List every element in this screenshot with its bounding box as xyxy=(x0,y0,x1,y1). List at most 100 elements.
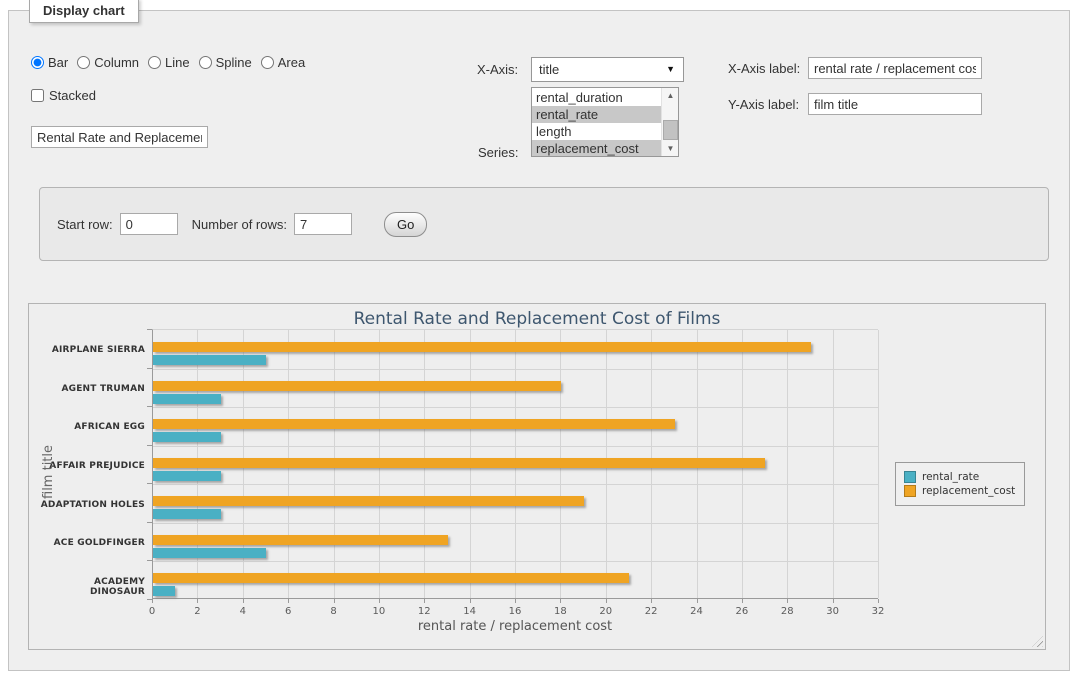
bar-replacement_cost[interactable] xyxy=(153,573,629,583)
chart-type-label: Area xyxy=(278,55,305,70)
chart-type-radio-group: Bar Column Line Spline Area xyxy=(31,55,314,70)
x-axis-tick-label: 0 xyxy=(149,606,155,617)
legend-label: replacement_cost xyxy=(922,485,1015,497)
chart-type-label: Column xyxy=(94,55,139,70)
legend-item-replacement_cost[interactable]: replacement_cost xyxy=(904,485,1015,497)
x-axis-tick xyxy=(288,599,289,603)
chevron-down-icon: ▼ xyxy=(666,64,675,74)
x-axis-select-label: X-Axis: xyxy=(477,62,518,77)
y-axis-label-label: Y-Axis label: xyxy=(728,97,799,112)
bar-replacement_cost[interactable] xyxy=(153,458,765,468)
y-axis-title: film title xyxy=(41,445,56,499)
start-row-input[interactable] xyxy=(120,213,178,235)
chart-legend: rental_rate replacement_cost xyxy=(895,462,1025,506)
legend-label: rental_rate xyxy=(922,471,979,483)
stacked-label: Stacked xyxy=(49,88,96,103)
x-axis-tick-label: 18 xyxy=(554,606,567,617)
scroll-up-icon[interactable]: ▲ xyxy=(662,88,679,103)
gridline-horizontal xyxy=(153,407,878,408)
y-axis-tick xyxy=(147,445,152,446)
x-axis-label-input[interactable] xyxy=(808,57,982,79)
resize-handle-icon[interactable] xyxy=(1032,636,1043,647)
x-axis-tick-label: 22 xyxy=(645,606,658,617)
bar-rental_rate[interactable] xyxy=(153,355,266,365)
chart-title-input[interactable] xyxy=(31,126,208,148)
series-option-rental_duration[interactable]: rental_duration xyxy=(532,89,661,106)
chart-type-radio-area[interactable] xyxy=(261,56,274,69)
gridline-vertical xyxy=(833,330,834,598)
series-option-rental_rate[interactable]: rental_rate xyxy=(532,106,661,123)
chart-type-option-bar[interactable]: Bar xyxy=(31,55,68,70)
chart-type-label: Bar xyxy=(48,55,68,70)
chart-type-radio-spline[interactable] xyxy=(199,56,212,69)
bar-rental_rate[interactable] xyxy=(153,394,221,404)
x-axis-tick-label: 14 xyxy=(463,606,476,617)
x-axis-select[interactable]: title ▼ xyxy=(531,57,684,82)
chart-type-radio-bar[interactable] xyxy=(31,56,44,69)
bar-rental_rate[interactable] xyxy=(153,432,221,442)
x-axis-tick-label: 12 xyxy=(418,606,431,617)
scrollbar-thumb[interactable] xyxy=(663,120,678,140)
x-axis-selected-value: title xyxy=(539,62,559,77)
chart-type-option-spline[interactable]: Spline xyxy=(199,55,252,70)
x-axis-label-label: X-Axis label: xyxy=(728,61,800,76)
bar-replacement_cost[interactable] xyxy=(153,381,561,391)
series-option-length[interactable]: length xyxy=(532,123,661,140)
x-axis-tick xyxy=(197,599,198,603)
stacked-checkbox[interactable] xyxy=(31,89,44,102)
category-label: ADAPTATION HOLES xyxy=(40,500,145,510)
bar-replacement_cost[interactable] xyxy=(153,342,811,352)
y-axis-label-input[interactable] xyxy=(808,93,982,115)
legend-swatch xyxy=(904,471,916,483)
x-axis-tick xyxy=(787,599,788,603)
bar-replacement_cost[interactable] xyxy=(153,419,675,429)
category-label: ACE GOLDFINGER xyxy=(40,538,145,548)
bar-rental_rate[interactable] xyxy=(153,586,175,596)
gridline-vertical xyxy=(878,330,879,598)
category-label: AIRPLANE SIERRA xyxy=(40,345,145,355)
chart-type-radio-line[interactable] xyxy=(148,56,161,69)
x-axis-tick-label: 32 xyxy=(872,606,885,617)
x-axis-tick-label: 2 xyxy=(194,606,200,617)
chart-type-option-column[interactable]: Column xyxy=(77,55,139,70)
chart-type-label: Line xyxy=(165,55,190,70)
scroll-down-icon[interactable]: ▼ xyxy=(662,141,679,156)
chart-title: Rental Rate and Replacement Cost of Film… xyxy=(29,309,1045,329)
plot-area xyxy=(152,329,878,599)
display-chart-panel: Display chart BarColumnLineSplineArea St… xyxy=(8,10,1070,671)
bar-rental_rate[interactable] xyxy=(153,471,221,481)
chart-container: Rental Rate and Replacement Cost of Film… xyxy=(28,303,1046,650)
series-list-label: Series: xyxy=(478,145,518,160)
chart-type-radio-column[interactable] xyxy=(77,56,90,69)
bar-replacement_cost[interactable] xyxy=(153,535,448,545)
panel-legend: Display chart xyxy=(29,0,139,23)
x-axis-tick xyxy=(424,599,425,603)
chart-type-option-line[interactable]: Line xyxy=(148,55,190,70)
x-axis-tick xyxy=(606,599,607,603)
x-axis-tick xyxy=(470,599,471,603)
bar-rental_rate[interactable] xyxy=(153,509,221,519)
gridline-horizontal xyxy=(153,484,878,485)
x-axis-tick-label: 4 xyxy=(240,606,246,617)
x-axis-tick-label: 6 xyxy=(285,606,291,617)
bar-replacement_cost[interactable] xyxy=(153,496,584,506)
rows-panel: Start row: Number of rows: Go xyxy=(39,187,1049,261)
x-axis-tick xyxy=(651,599,652,603)
y-axis-tick xyxy=(147,406,152,407)
scrollbar[interactable]: ▲ ▼ xyxy=(661,88,678,156)
chart-type-option-area[interactable]: Area xyxy=(261,55,305,70)
gridline-horizontal xyxy=(153,523,878,524)
category-label: AGENT TRUMAN xyxy=(40,384,145,394)
bar-rental_rate[interactable] xyxy=(153,548,266,558)
legend-item-rental_rate[interactable]: rental_rate xyxy=(904,471,1015,483)
num-rows-input[interactable] xyxy=(294,213,352,235)
y-axis-tick xyxy=(147,560,152,561)
y-axis-tick xyxy=(147,368,152,369)
x-axis-tick xyxy=(560,599,561,603)
category-label: AFRICAN EGG xyxy=(40,422,145,432)
go-button[interactable]: Go xyxy=(384,212,427,237)
gridline-horizontal xyxy=(153,561,878,562)
series-option-replacement_cost[interactable]: replacement_cost xyxy=(532,140,661,157)
series-listbox[interactable]: rental_durationrental_ratelengthreplacem… xyxy=(531,87,679,157)
y-axis-tick xyxy=(147,329,152,330)
